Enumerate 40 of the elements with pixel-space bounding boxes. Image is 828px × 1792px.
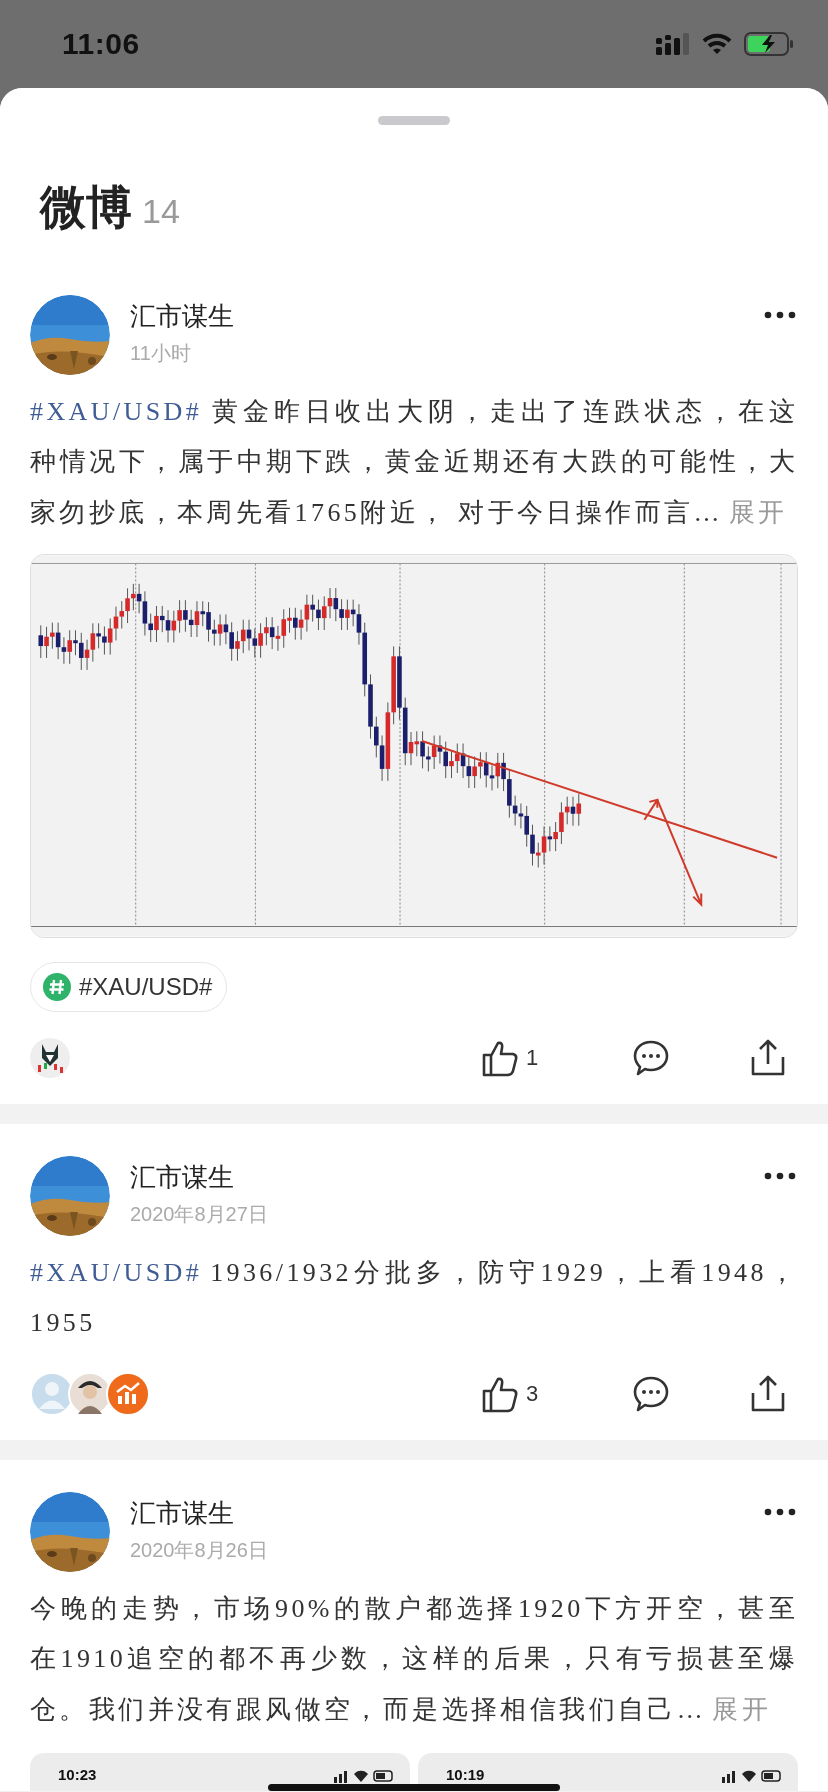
sheet-title: 微博 (40, 180, 132, 235)
like-button[interactable]: 3 (480, 1374, 568, 1414)
status-icons (334, 1769, 394, 1783)
author-name[interactable]: 汇市谋生 (130, 1496, 742, 1531)
hashtag-link[interactable]: #XAU/USD# (30, 397, 203, 426)
clock-time: 11:06 (62, 27, 140, 61)
wifi-icon (702, 33, 732, 55)
post-time: 11小时 (130, 341, 192, 366)
more-icon (764, 311, 796, 319)
tag-label: #XAU/USD# (79, 973, 213, 1001)
screenshot-card[interactable]: 10:23 (30, 1753, 410, 1791)
chart-app-icon (106, 1372, 150, 1416)
screenshot-card[interactable]: 10:19 (418, 1753, 798, 1791)
post-count: 14 (142, 192, 180, 231)
wolf-logo-icon (30, 1038, 70, 1078)
post-text: #XAU/USD# 黄金昨日收出大阴，走出了连跌状态，在这种情况下，属于中期下跌，黄金近期还有大跌的可能性，大家勿抄底，本周先看1765附近， 对于今日操作而言… 展开 (30, 396, 798, 529)
hashtag-icon (43, 973, 71, 1001)
up-arrow (643, 798, 659, 821)
hashtag-link[interactable]: #XAU/USD# (30, 1258, 203, 1287)
post-time: 2020年8月26日 (130, 1538, 269, 1563)
post-text: 今晚的走势，市场90%的散户都选择1920下方开空，甚至在1910追空的都不再少数，这样的后果，只有亏损甚至爆仓。我们并没有跟风做空，而是选择相信我们自己… 展开 (30, 1593, 798, 1726)
author-name[interactable]: 汇市谋生 (130, 1160, 742, 1195)
clock-time: 10:23 (58, 1766, 97, 1783)
battery-charging-icon (744, 32, 794, 56)
post-time: 2020年8月27日 (130, 1202, 269, 1227)
comment-icon (632, 1039, 670, 1077)
more-icon (764, 1172, 796, 1180)
like-button[interactable]: 1 (480, 1038, 568, 1078)
topic-tag[interactable]: #XAU/USD# (30, 962, 228, 1012)
drag-handle[interactable] (378, 116, 450, 125)
share-icon (750, 1039, 786, 1077)
post-text: #XAU/USD# 1936/1932分批多，防守1929，上看1948，1955 (30, 1257, 798, 1339)
clock-time: 10:19 (446, 1766, 485, 1783)
share-icon (750, 1375, 786, 1413)
comment-icon (632, 1375, 670, 1413)
chart-image[interactable] (31, 555, 797, 937)
status-icons (722, 1769, 782, 1783)
signal-icon (656, 33, 690, 55)
author-name[interactable]: 汇市谋生 (130, 299, 742, 334)
more-icon (764, 1508, 796, 1516)
